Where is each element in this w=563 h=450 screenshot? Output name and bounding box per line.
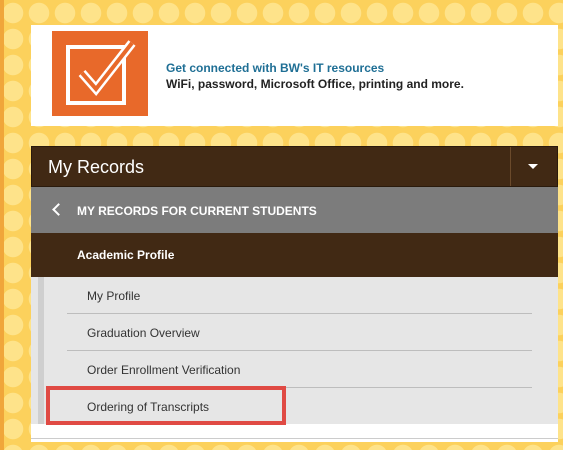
menu-item-graduation-overview[interactable]: Graduation Overview: [67, 314, 532, 351]
highlight-box: [46, 386, 286, 425]
back-link[interactable]: MY RECORDS FOR CURRENT STUDENTS: [31, 187, 558, 233]
caret-down-icon: [528, 164, 538, 169]
menu-item-label[interactable]: Order Enrollment Verification: [87, 363, 240, 377]
banner-subtitle: WiFi, password, Microsoft Office, printi…: [166, 77, 464, 91]
section-label: Academic Profile: [77, 248, 175, 262]
records-header: My Records: [31, 146, 558, 187]
my-records-panel: My Records MY RECORDS FOR CURRENT STUDEN…: [31, 146, 558, 442]
menu-item-label[interactable]: Graduation Overview: [87, 326, 200, 340]
divider: [31, 438, 558, 439]
checkbox-icon: [52, 31, 148, 116]
menu-item-label[interactable]: My Profile: [87, 289, 140, 303]
chevron-left-icon: [52, 203, 65, 216]
menu-item-my-profile[interactable]: My Profile: [67, 277, 532, 314]
section-academic-profile[interactable]: Academic Profile: [31, 233, 558, 277]
menu-item-order-enrollment-verification[interactable]: Order Enrollment Verification: [67, 351, 532, 388]
records-toggle-button[interactable]: [510, 147, 557, 186]
menu-accent-bar: [38, 277, 44, 424]
page-edge: [0, 0, 4, 450]
back-link-label[interactable]: MY RECORDS FOR CURRENT STUDENTS: [77, 204, 317, 218]
it-resources-banner[interactable]: Get connected with BW's IT resources WiF…: [31, 25, 558, 126]
records-title: My Records: [48, 157, 145, 177]
banner-title[interactable]: Get connected with BW's IT resources: [166, 61, 384, 75]
